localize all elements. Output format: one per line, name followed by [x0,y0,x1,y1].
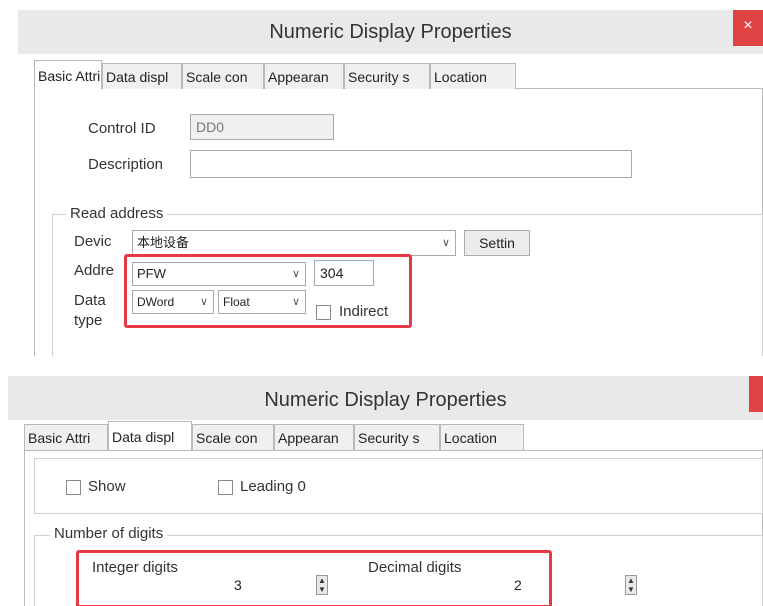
description-field[interactable] [190,150,632,178]
highlight-box [76,550,552,606]
show-checkbox[interactable] [66,480,81,495]
tab-location[interactable]: Location [440,424,524,450]
title-bar: Numeric Display Properties × [18,10,763,54]
tab-appearance[interactable]: Appearan [264,63,344,89]
data-type-label: Data [74,292,106,309]
tab-basic-attributes[interactable]: Basic Attri [24,424,108,450]
tab-strip: Basic Attri Data displ Scale con Appeara… [24,421,524,450]
up-down-spinner-icon[interactable]: ▲ ▼ [625,575,637,595]
numeric-display-dialog-data: Numeric Display Properties Basic Attri D… [0,372,763,606]
title-bar: Numeric Display Properties [8,376,763,420]
tab-data-display[interactable]: Data displ [102,63,182,89]
tab-scale-conversion[interactable]: Scale con [182,63,264,89]
device-label: Devic [74,233,112,250]
tab-security[interactable]: Security s [354,424,440,450]
control-id-label: Control ID [88,120,156,137]
tab-data-display[interactable]: Data displ [108,421,192,450]
tab-basic-attributes[interactable]: Basic Attri [34,60,102,89]
chevron-down-icon: ∨ [441,237,450,249]
leading-zero-label: Leading 0 [240,478,306,495]
control-id-field[interactable]: DD0 [190,114,334,140]
tab-location[interactable]: Location [430,63,516,89]
address-label: Addre [74,262,115,279]
read-address-title: Read address [66,205,168,222]
device-select[interactable]: 本地设备 ∨ [132,230,456,256]
highlight-box [124,254,412,328]
data-type-label-line2: type [74,312,103,329]
digits-group-title: Number of digits [50,525,168,542]
tab-security[interactable]: Security s [344,63,430,89]
display-options-group [34,458,763,514]
description-label: Description [88,156,164,173]
tab-scale-conversion[interactable]: Scale con [192,424,274,450]
close-icon[interactable] [749,376,763,412]
settings-button[interactable]: Settin [464,230,530,256]
tab-appearance[interactable]: Appearan [274,424,354,450]
leading-zero-checkbox[interactable] [218,480,233,495]
close-icon[interactable]: × [733,10,763,46]
numeric-display-dialog-basic: Numeric Display Properties × Basic Attri… [0,0,763,356]
dialog-title: Numeric Display Properties [264,389,507,411]
dialog-title: Numeric Display Properties [269,21,512,43]
show-label: Show [88,478,126,495]
tab-strip: Basic Attri Data displ Scale con Appeara… [34,60,534,89]
device-value: 本地设备 [137,235,190,250]
